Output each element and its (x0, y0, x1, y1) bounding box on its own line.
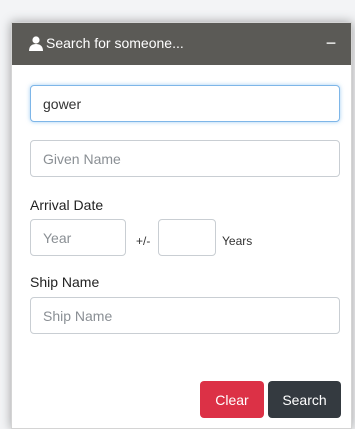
user-icon (29, 36, 43, 51)
panel-title: Search for someone... (46, 35, 184, 51)
surname-input[interactable] (30, 85, 340, 122)
ship-name-label: Ship Name (30, 274, 100, 290)
arrival-year-input[interactable] (30, 219, 126, 256)
plus-minus-label: +/- (136, 234, 151, 248)
panel-header: Search for someone... − (12, 23, 351, 65)
years-range-input[interactable] (158, 219, 216, 256)
search-panel: Search for someone... − Arrival Date +/-… (11, 22, 352, 429)
search-button[interactable]: Search (268, 381, 341, 418)
given-name-input[interactable] (30, 140, 340, 177)
clear-button[interactable]: Clear (200, 381, 264, 418)
collapse-button[interactable]: − (321, 31, 341, 55)
years-suffix-label: Years (222, 234, 253, 248)
arrival-date-label: Arrival Date (30, 197, 104, 213)
ship-name-input[interactable] (30, 297, 340, 334)
